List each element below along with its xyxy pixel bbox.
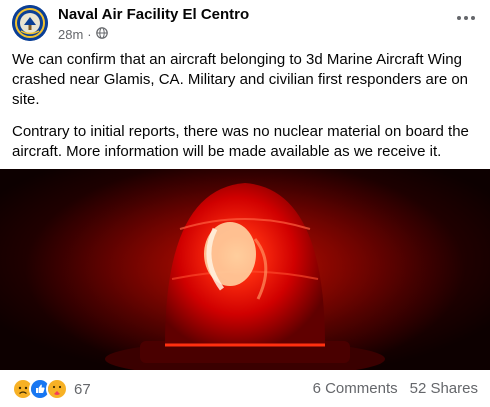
reactions-summary[interactable]: 67 xyxy=(12,378,91,400)
page-name[interactable]: Naval Air Facility El Centro xyxy=(58,6,249,23)
page-avatar[interactable] xyxy=(12,5,48,41)
post-paragraph-2: Contrary to initial reports, there was n… xyxy=(12,123,469,160)
post-meta: 28m · xyxy=(58,27,108,42)
post-body: We can confirm that an aircraft belongin… xyxy=(12,50,478,174)
shares-count-link[interactable]: 52 Shares xyxy=(410,380,478,397)
post-image-red-beacon[interactable] xyxy=(0,169,490,370)
navy-seal-logo xyxy=(12,5,48,41)
reaction-count: 67 xyxy=(74,380,91,398)
red-beacon-image xyxy=(0,169,490,370)
comments-count-link[interactable]: 6 Comments xyxy=(313,380,398,397)
post-time[interactable]: 28m xyxy=(58,27,83,42)
more-options-button[interactable] xyxy=(454,8,478,28)
post-footer: 67 6 Comments 52 Shares xyxy=(0,370,490,407)
meta-separator: · xyxy=(87,27,92,42)
more-options-icon xyxy=(457,16,475,20)
post-header: Naval Air Facility El Centro 28m · xyxy=(0,0,490,50)
post-paragraph-1: We can confirm that an aircraft belongin… xyxy=(12,51,469,108)
care-reaction-icon xyxy=(46,378,68,400)
globe-icon xyxy=(95,27,108,42)
engagement-stats: 6 Comments 52 Shares xyxy=(313,380,478,397)
